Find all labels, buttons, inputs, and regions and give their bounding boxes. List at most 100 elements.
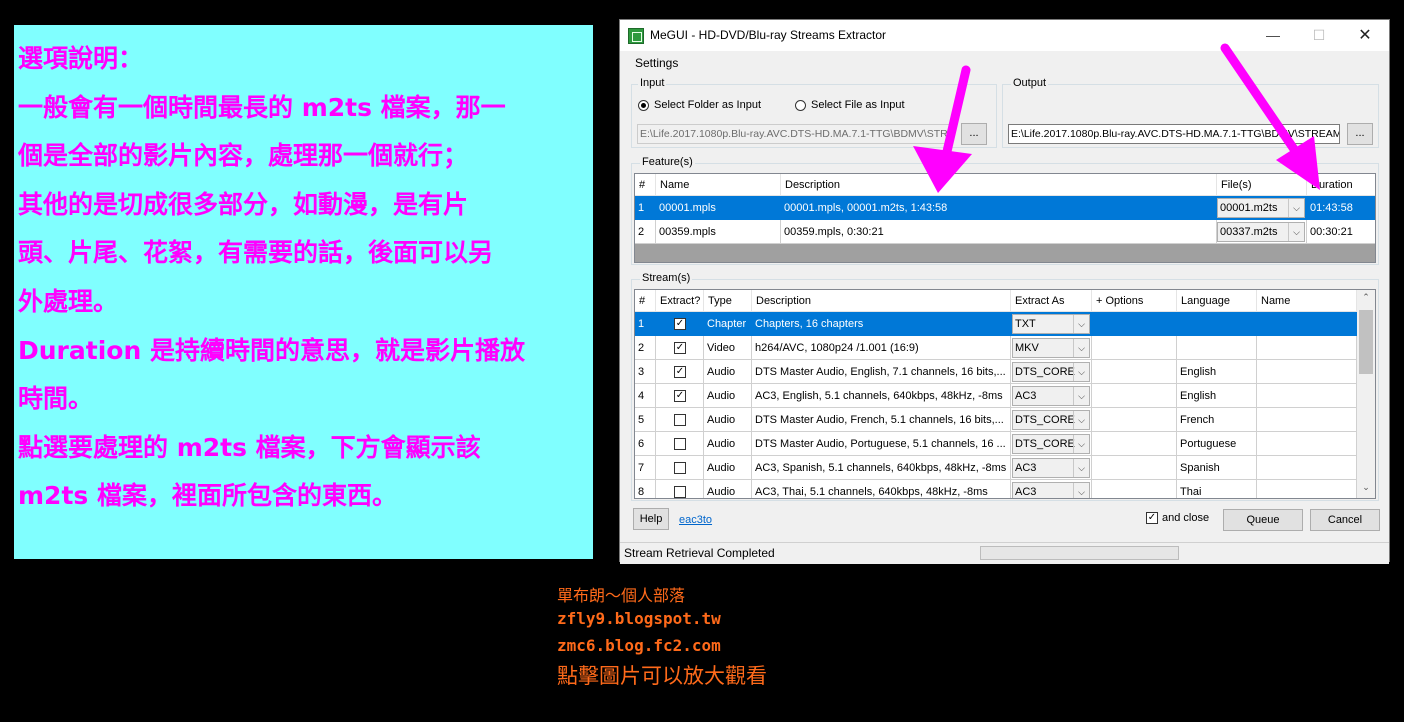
feature-file-select[interactable]: 00337.m2ts ⌵ — [1217, 222, 1305, 242]
extract-as-select[interactable]: DTS_CORE ⌵ — [1012, 362, 1090, 382]
chevron-down-icon: ⌵ — [1073, 459, 1089, 477]
stream-name — [1257, 360, 1357, 384]
stream-extract[interactable] — [656, 432, 704, 456]
stream-col-type[interactable]: Type — [704, 290, 752, 312]
input-group-label: Input — [638, 77, 667, 89]
feature-description: 00001.mpls, 00001.m2ts, 1:43:58 — [781, 196, 1217, 220]
stream-col-language[interactable]: Language — [1177, 290, 1257, 312]
cancel-button[interactable]: Cancel — [1310, 509, 1380, 531]
stream-extract[interactable]: ✓ — [656, 384, 704, 408]
extract-as-select[interactable]: DTS_CORE ⌵ — [1012, 410, 1090, 430]
checkbox-empty-icon[interactable] — [674, 486, 686, 498]
output-path-field[interactable]: E:\Life.2017.1080p.Blu-ray.AVC.DTS-HD.MA… — [1008, 124, 1340, 144]
feature-file-select[interactable]: 00001.m2ts ⌵ — [1217, 198, 1305, 218]
menu-bar: Settings — [620, 51, 1389, 73]
and-close-checkbox[interactable]: ✓ and close — [1146, 512, 1209, 524]
note-line: 外處理。 — [18, 286, 119, 316]
feature-col-num[interactable]: # — [635, 174, 656, 196]
queue-button[interactable]: Queue — [1223, 509, 1303, 531]
stream-extract[interactable]: ✓ — [656, 336, 704, 360]
eac3to-link[interactable]: eac3to — [679, 514, 712, 526]
stream-name — [1257, 432, 1357, 456]
chevron-down-icon: ⌵ — [1073, 315, 1089, 333]
maximize-button[interactable]: ☐ — [1296, 20, 1342, 51]
stream-description: AC3, Thai, 5.1 channels, 640kbps, 48kHz,… — [752, 480, 1011, 498]
stream-language: Thai — [1177, 480, 1257, 498]
stream-options — [1092, 360, 1177, 384]
close-button[interactable]: ✕ — [1342, 20, 1388, 51]
checkbox-checked-icon[interactable]: ✓ — [674, 342, 686, 354]
stream-extract[interactable] — [656, 408, 704, 432]
checkmark-icon: ✓ — [1146, 512, 1158, 524]
menu-settings[interactable]: Settings — [635, 56, 678, 70]
stream-num: 1 — [635, 312, 656, 336]
help-button[interactable]: Help — [633, 508, 669, 530]
chevron-down-icon: ⌵ — [1288, 199, 1304, 217]
feature-col-name[interactable]: Name — [656, 174, 781, 196]
minimize-button[interactable]: — — [1250, 20, 1296, 51]
checkbox-empty-icon[interactable] — [674, 414, 686, 426]
feature-file-value: 00001.m2ts — [1220, 202, 1278, 214]
checkbox-checked-icon[interactable]: ✓ — [674, 318, 686, 330]
stream-type: Audio — [704, 408, 752, 432]
checkbox-checked-icon[interactable]: ✓ — [674, 390, 686, 402]
stream-type: Audio — [704, 480, 752, 498]
stream-description: DTS Master Audio, English, 7.1 channels,… — [752, 360, 1011, 384]
streams-scrollbar[interactable]: ⌃ ⌄ — [1357, 290, 1375, 498]
stream-description: Chapters, 16 chapters — [752, 312, 1011, 336]
title-bar[interactable]: MeGUI - HD-DVD/Blu-ray Streams Extractor… — [620, 20, 1389, 51]
stream-col-extract-as[interactable]: Extract As — [1011, 290, 1092, 312]
feature-col-duration[interactable]: Duration — [1307, 174, 1375, 196]
feature-col-description[interactable]: Description — [781, 174, 1217, 196]
stream-col-num[interactable]: # — [635, 290, 656, 312]
chevron-down-icon: ⌵ — [1073, 339, 1089, 357]
stream-col-name[interactable]: Name — [1257, 290, 1357, 312]
credit-blog-name: 單布朗～個人部落 — [557, 586, 686, 605]
chevron-down-icon: ⌵ — [1073, 435, 1089, 453]
stream-description: AC3, Spanish, 5.1 channels, 640kbps, 48k… — [752, 456, 1011, 480]
extract-as-select[interactable]: DTS_CORE ⌵ — [1012, 434, 1090, 454]
input-browse-button[interactable]: ... — [961, 123, 987, 145]
stream-name — [1257, 480, 1357, 498]
features-group-label: Feature(s) — [640, 156, 695, 168]
credit-url-1: zfly9.blogspot.tw — [557, 609, 721, 628]
extractor-window: MeGUI - HD-DVD/Blu-ray Streams Extractor… — [619, 19, 1390, 564]
scroll-up-icon[interactable]: ⌃ — [1357, 292, 1375, 303]
radio-file-label: Select File as Input — [811, 99, 905, 111]
chevron-down-icon: ⌵ — [1073, 483, 1089, 498]
radio-select-folder[interactable]: Select Folder as Input — [638, 99, 761, 111]
extract-as-value: AC3 — [1015, 462, 1037, 474]
scroll-down-icon[interactable]: ⌄ — [1357, 482, 1375, 493]
checkbox-empty-icon[interactable] — [674, 462, 686, 474]
feature-col-files[interactable]: File(s) — [1217, 174, 1307, 196]
stream-extract[interactable] — [656, 480, 704, 498]
stream-extract[interactable] — [656, 456, 704, 480]
stream-language: Portuguese — [1177, 432, 1257, 456]
extract-as-select[interactable]: MKV ⌵ — [1012, 338, 1090, 358]
input-path-field[interactable]: E:\Life.2017.1080p.Blu-ray.AVC.DTS-HD.MA… — [637, 124, 953, 144]
checkbox-checked-icon[interactable]: ✓ — [674, 366, 686, 378]
radio-select-file[interactable]: Select File as Input — [795, 99, 905, 111]
note-line: m2ts 檔案，裡面所包含的東西。 — [18, 481, 397, 511]
extract-as-select[interactable]: AC3 ⌵ — [1012, 386, 1090, 406]
extract-as-select[interactable]: AC3 ⌵ — [1012, 482, 1090, 498]
stream-col-extract[interactable]: Extract? — [656, 290, 704, 312]
extract-as-select[interactable]: AC3 ⌵ — [1012, 458, 1090, 478]
checkbox-empty-icon[interactable] — [674, 438, 686, 450]
stream-col-options[interactable]: + Options — [1092, 290, 1177, 312]
extract-as-select[interactable]: TXT ⌵ — [1012, 314, 1090, 334]
stream-name — [1257, 456, 1357, 480]
output-browse-button[interactable]: ... — [1347, 123, 1373, 145]
stream-name — [1257, 384, 1357, 408]
chevron-down-icon: ⌵ — [1073, 411, 1089, 429]
stream-num: 4 — [635, 384, 656, 408]
app-icon — [628, 28, 644, 44]
stream-extract[interactable]: ✓ — [656, 360, 704, 384]
feature-description: 00359.mpls, 0:30:21 — [781, 220, 1217, 244]
stream-extract[interactable]: ✓ — [656, 312, 704, 336]
stream-options — [1092, 480, 1177, 498]
input-group: Input Select Folder as Input Select File… — [631, 77, 997, 148]
stream-col-description[interactable]: Description — [752, 290, 1011, 312]
scroll-thumb[interactable] — [1359, 310, 1373, 374]
stream-type: Audio — [704, 432, 752, 456]
